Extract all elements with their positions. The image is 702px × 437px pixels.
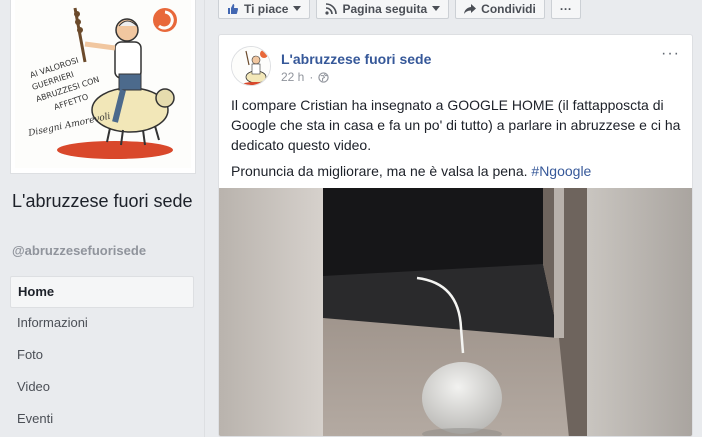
nav-item-foto[interactable]: Foto	[10, 340, 194, 372]
page-sidebar: AI VALOROSI GUERRIERI ABRUZZESI CON AFFE…	[0, 0, 204, 437]
post-timestamp[interactable]: 22 h	[281, 70, 304, 84]
globe-icon[interactable]	[318, 71, 330, 83]
rss-icon	[325, 3, 338, 15]
caret-down-icon	[293, 6, 302, 11]
post-options-button[interactable]: ···	[661, 45, 680, 63]
like-page-button[interactable]: Ti piace	[218, 0, 311, 19]
video-player[interactable]	[219, 188, 692, 436]
column-divider	[204, 0, 205, 437]
post-paragraph: Il compare Cristian ha insegnato a GOOGL…	[231, 97, 681, 153]
video-frame	[219, 188, 692, 436]
post-author-name[interactable]: L'abruzzese fuori sede	[281, 51, 431, 67]
nav-item-eventi[interactable]: Eventi	[10, 404, 194, 436]
post-paragraph-text: Pronuncia da migliorare, ma ne è valsa l…	[231, 163, 532, 179]
caret-down-icon	[432, 6, 441, 11]
more-actions-button[interactable]: ···	[550, 0, 581, 19]
hashtag-link[interactable]: #Ngoogle	[531, 163, 591, 179]
meta-separator: ·	[309, 70, 314, 84]
more-icon: ···	[559, 2, 572, 16]
post-paragraph: Pronuncia da migliorare, ma ne è valsa l…	[231, 161, 683, 181]
share-page-button[interactable]: Condividi	[455, 0, 545, 19]
follow-label: Pagina seguita	[342, 2, 428, 16]
profile-picture[interactable]: AI VALOROSI GUERRIERI ABRUZZESI CON AFFE…	[10, 0, 196, 174]
page-handle[interactable]: @abruzzesefuorisede	[12, 243, 146, 258]
post-meta: 22 h ·	[281, 70, 330, 84]
profile-illustration: AI VALOROSI GUERRIERI ABRUZZESI CON AFFE…	[15, 0, 191, 168]
page-action-bar: Ti piace Pagina seguita Condividi ···	[218, 0, 581, 20]
post-body: Il compare Cristian ha insegnato a GOOGL…	[231, 95, 683, 187]
post-author-avatar[interactable]	[231, 46, 271, 86]
nav-item-home[interactable]: Home	[10, 276, 194, 308]
share-arrow-icon	[464, 4, 477, 14]
nav-item-video[interactable]: Video	[10, 372, 194, 404]
post-card: L'abruzzese fuori sede 22 h · ··· Il com…	[218, 34, 693, 437]
page-title[interactable]: L'abruzzese fuori sede	[12, 188, 198, 214]
share-label: Condividi	[481, 2, 536, 16]
follow-page-button[interactable]: Pagina seguita	[316, 0, 450, 19]
avatar-illustration	[232, 47, 270, 85]
like-label: Ti piace	[244, 2, 289, 16]
nav-item-informazioni[interactable]: Informazioni	[10, 308, 194, 340]
page-nav: Home Informazioni Foto Video Eventi	[10, 276, 194, 436]
thumbs-up-icon	[228, 4, 239, 14]
